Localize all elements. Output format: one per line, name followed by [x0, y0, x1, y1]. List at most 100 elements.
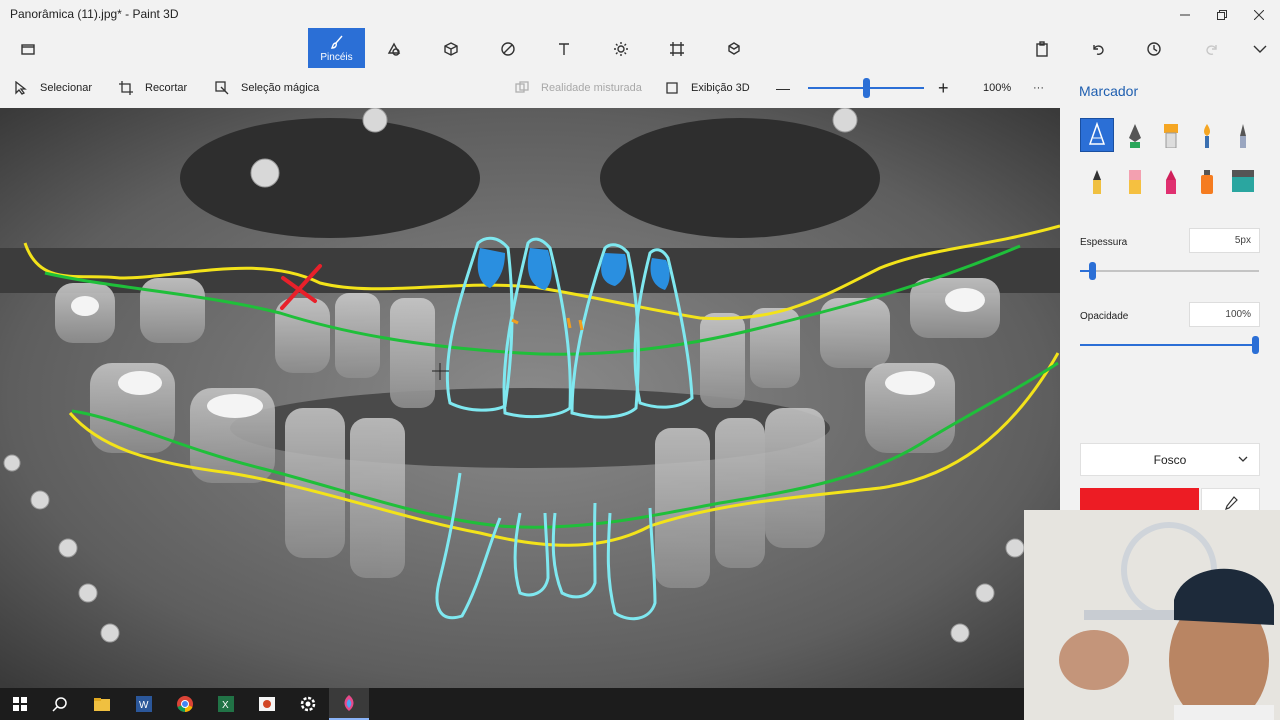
brush-icon [330, 35, 343, 49]
thickness-slider-thumb[interactable] [1088, 262, 1096, 280]
crop-icon [119, 81, 133, 95]
taskbar-search[interactable] [40, 688, 80, 720]
word-icon: W [136, 696, 152, 712]
finish-dropdown[interactable]: Fosco [1080, 443, 1260, 476]
brush-spray-can[interactable] [1190, 164, 1224, 198]
canvas-icon [670, 42, 684, 56]
tab-canvas[interactable] [649, 30, 705, 68]
thickness-slider-track[interactable] [1080, 270, 1259, 272]
panel-title: Marcador [1079, 83, 1139, 99]
opacity-slider-fill [1080, 344, 1256, 346]
brush-fill[interactable] [1226, 164, 1260, 198]
paint3d-icon [344, 695, 354, 711]
brush-crayon[interactable] [1154, 164, 1188, 198]
view-3d-label: Exibição 3D [691, 82, 750, 94]
sticker-icon [501, 42, 515, 56]
tab-effects[interactable] [593, 30, 649, 68]
panoramic-xray-image [0, 108, 1060, 688]
brush-watercolor[interactable] [1190, 118, 1224, 152]
mixed-reality-button[interactable]: Realidade misturada [515, 68, 642, 108]
more-options-button[interactable]: ··· [1033, 68, 1044, 108]
tab-brushes[interactable]: Pincéis [308, 28, 365, 68]
magic-select-icon [215, 81, 229, 95]
cursor-icon [15, 81, 27, 95]
brush-oil[interactable] [1154, 118, 1188, 152]
finish-value: Fosco [1153, 452, 1187, 467]
excel-icon: X [218, 696, 234, 712]
select-label: Selecionar [40, 82, 92, 94]
taskbar-word[interactable]: W [124, 688, 164, 720]
tab-3d-library[interactable] [706, 30, 762, 68]
opacity-slider-thumb[interactable] [1252, 336, 1259, 354]
file-explorer-icon [94, 698, 110, 711]
crayon-icon [1166, 170, 1176, 194]
marker-icon [1088, 122, 1106, 145]
undo-button[interactable] [1070, 30, 1126, 68]
history-button[interactable] [1126, 30, 1182, 68]
tab-text[interactable] [536, 30, 592, 68]
redo-icon [1206, 45, 1217, 55]
more-options-label: ··· [1033, 82, 1044, 94]
paste-button[interactable] [1014, 30, 1070, 68]
brush-eraser[interactable] [1118, 164, 1152, 198]
crop-button[interactable]: Recortar [119, 68, 187, 108]
fill-bucket-icon [1232, 170, 1254, 192]
search-icon [52, 697, 67, 712]
zoom-value: 100% [983, 68, 1011, 108]
title-bar: Panorâmica (11).jpg* - Paint 3D [0, 0, 1280, 30]
view-3d-icon [666, 82, 678, 94]
tab-3d-shapes[interactable] [423, 30, 479, 68]
expand-icon [1253, 45, 1267, 53]
thickness-label: Espessura [1080, 237, 1128, 248]
zoom-out-button[interactable]: — [776, 68, 790, 108]
taskbar-chrome[interactable] [165, 688, 205, 720]
opacity-field[interactable]: 100% [1189, 302, 1260, 327]
taskbar-paint3d[interactable] [329, 688, 369, 720]
maximize-button[interactable] [1204, 0, 1240, 30]
settings-icon [300, 696, 316, 712]
windows-taskbar: W X [0, 688, 1024, 720]
thickness-field[interactable]: 5px [1189, 228, 1260, 253]
close-button[interactable] [1241, 0, 1277, 30]
paint3d-window: Panorâmica (11).jpg* - Paint 3D Pincéis … [0, 0, 1280, 720]
sun-icon [614, 42, 628, 56]
eyedropper-icon [1224, 496, 1238, 510]
taskbar-settings[interactable] [288, 688, 328, 720]
maximize-icon [1217, 10, 1227, 20]
view-3d-button[interactable]: Exibição 3D [665, 68, 750, 108]
drawing-canvas[interactable] [0, 108, 1060, 688]
taskbar-excel[interactable]: X [206, 688, 246, 720]
zoom-out-label: — [776, 80, 790, 96]
secondary-toolbar: Selecionar Recortar Seleção mágica Reali… [0, 68, 1060, 108]
cube-icon [444, 42, 458, 56]
tab-stickers[interactable] [480, 30, 536, 68]
webcam-overlay [1024, 510, 1280, 720]
zoom-in-button[interactable]: + [938, 68, 949, 108]
brush-pencil[interactable] [1080, 164, 1114, 198]
magic-select-button[interactable]: Seleção mágica [215, 68, 319, 108]
brush-marker[interactable] [1080, 118, 1114, 152]
undo-icon [1093, 45, 1104, 55]
expand-button[interactable] [1232, 30, 1280, 68]
history-icon [1147, 42, 1161, 56]
window-title: Panorâmica (11).jpg* - Paint 3D [10, 7, 179, 21]
menu-button[interactable] [0, 30, 56, 68]
tab-2d-shapes[interactable] [366, 30, 422, 68]
brush-calligraphy-pen[interactable] [1118, 118, 1152, 152]
crop-label: Recortar [145, 82, 188, 94]
mixed-reality-icon [515, 81, 529, 93]
zoom-slider-thumb[interactable] [862, 78, 870, 98]
minimize-icon [1180, 14, 1190, 16]
select-button[interactable]: Selecionar [14, 68, 92, 108]
paste-icon [1036, 41, 1048, 57]
minimize-button[interactable] [1167, 0, 1203, 30]
brush-pixel-pen[interactable] [1226, 118, 1260, 152]
taskbar-file-explorer[interactable] [82, 688, 122, 720]
chevron-down-icon [1238, 456, 1248, 462]
zoom-value-label: 100% [983, 82, 1012, 94]
taskbar-presentation[interactable] [247, 688, 287, 720]
zoom-in-label: + [938, 77, 949, 98]
svg-text:X: X [222, 700, 229, 711]
start-button[interactable] [0, 688, 40, 720]
magic-select-label: Seleção mágica [241, 82, 320, 94]
